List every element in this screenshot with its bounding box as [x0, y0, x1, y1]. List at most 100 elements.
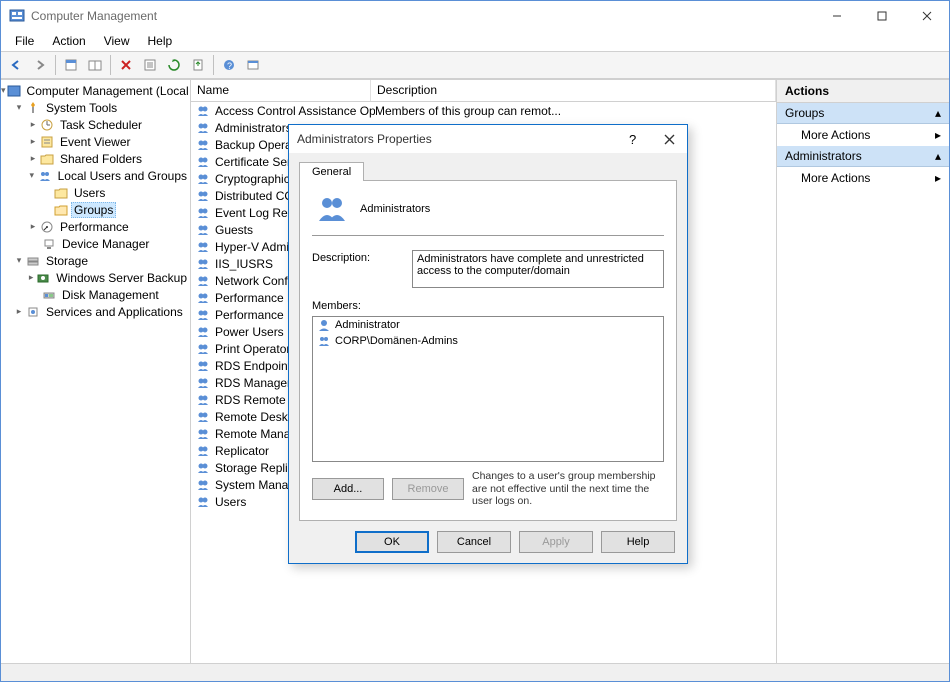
forward-button[interactable] [29, 54, 51, 76]
group-icon [195, 358, 211, 374]
dialog-help-button-2[interactable]: Help [601, 531, 675, 553]
group-icon [195, 392, 211, 408]
group-icon [195, 409, 211, 425]
minimize-button[interactable] [814, 1, 859, 31]
submenu-icon: ▸ [935, 171, 941, 185]
group-icon [195, 307, 211, 323]
tree-performance[interactable]: ▸Performance [1, 218, 190, 235]
group-icon [195, 443, 211, 459]
tree-shared-folders[interactable]: ▸Shared Folders [1, 150, 190, 167]
tree-users[interactable]: Users [1, 184, 190, 201]
tree-task-scheduler[interactable]: ▸Task Scheduler [1, 116, 190, 133]
group-icon [317, 334, 331, 348]
collapse-icon: ▴ [935, 106, 941, 120]
members-label: Members: [312, 300, 664, 312]
tree-services-apps[interactable]: ▸Services and Applications [1, 303, 190, 320]
tree-event-viewer[interactable]: ▸Event Viewer [1, 133, 190, 150]
group-icon [195, 239, 211, 255]
actions-header: Actions [777, 80, 949, 103]
apply-button[interactable]: Apply [519, 531, 593, 553]
app-icon [9, 8, 25, 24]
menu-help[interactable]: Help [140, 32, 181, 50]
group-icon [195, 273, 211, 289]
col-description[interactable]: Description [371, 80, 776, 101]
user-icon [317, 318, 331, 332]
properties-dialog: Administrators Properties ? General Admi… [288, 124, 688, 564]
group-icon [195, 256, 211, 272]
submenu-icon: ▸ [935, 128, 941, 142]
group-icon [195, 154, 211, 170]
menu-action[interactable]: Action [44, 32, 93, 50]
group-icon [195, 205, 211, 221]
tab-general[interactable]: General [299, 162, 364, 181]
horizontal-scrollbar[interactable] [1, 663, 949, 681]
toolbar-btn-1[interactable] [60, 54, 82, 76]
tree-pane: ▾Computer Management (Local ▾System Tool… [1, 80, 191, 663]
group-icon [195, 188, 211, 204]
col-name[interactable]: Name [191, 80, 371, 101]
group-icon [195, 120, 211, 136]
group-icon [195, 375, 211, 391]
group-icon [195, 103, 211, 119]
tree-device-manager[interactable]: Device Manager [1, 235, 190, 252]
membership-hint: Changes to a user's group membership are… [472, 470, 664, 508]
collapse-icon: ▴ [935, 149, 941, 163]
list-header: Name Description [191, 80, 776, 102]
tree-groups[interactable]: Groups [1, 201, 190, 218]
help-button[interactable]: ? [218, 54, 240, 76]
maximize-button[interactable] [859, 1, 904, 31]
group-icon [195, 494, 211, 510]
dialog-title: Administrators Properties [297, 132, 615, 146]
group-name: Administrators [360, 203, 430, 215]
actions-group-administrators[interactable]: Administrators▴ [777, 146, 949, 167]
actions-pane: Actions Groups▴ More Actions▸ Administra… [777, 80, 949, 663]
list-row[interactable]: Access Control Assistance OperatorsMembe… [191, 102, 776, 119]
svg-text:?: ? [629, 133, 636, 145]
dialog-titlebar: Administrators Properties ? [289, 125, 687, 153]
members-listbox[interactable]: Administrator CORP\Domänen-Admins [312, 316, 664, 462]
group-icon [195, 460, 211, 476]
tree-system-tools[interactable]: ▾System Tools [1, 99, 190, 116]
description-field[interactable] [412, 250, 664, 288]
window-title: Computer Management [31, 9, 814, 23]
tree-ws-backup[interactable]: ▸Windows Server Backup [1, 269, 190, 286]
titlebar: Computer Management [1, 1, 949, 31]
tree-local-users-groups[interactable]: ▾Local Users and Groups [1, 167, 190, 184]
group-icon [195, 290, 211, 306]
menu-view[interactable]: View [96, 32, 138, 50]
tree-disk-mgmt[interactable]: Disk Management [1, 286, 190, 303]
toolbar: ? [1, 51, 949, 79]
export-button[interactable] [187, 54, 209, 76]
menu-file[interactable]: File [7, 32, 42, 50]
tab-panel: Administrators Description: Members: Adm… [299, 180, 677, 521]
dialog-help-button[interactable]: ? [615, 125, 651, 153]
properties-button[interactable] [139, 54, 161, 76]
member-item[interactable]: CORP\Domänen-Admins [313, 333, 663, 349]
tree-root[interactable]: ▾Computer Management (Local [1, 82, 190, 99]
group-icon [195, 171, 211, 187]
group-icon [195, 222, 211, 238]
group-icon [195, 324, 211, 340]
group-icon [195, 426, 211, 442]
group-icon [316, 193, 348, 225]
group-icon [195, 137, 211, 153]
refresh-button[interactable] [163, 54, 185, 76]
actions-more-2[interactable]: More Actions▸ [777, 167, 949, 189]
dialog-close-button[interactable] [651, 125, 687, 153]
description-label: Description: [312, 250, 412, 288]
member-item[interactable]: Administrator [313, 317, 663, 333]
ok-button[interactable]: OK [355, 531, 429, 553]
cancel-button[interactable]: Cancel [437, 531, 511, 553]
remove-button[interactable]: Remove [392, 478, 464, 500]
close-button[interactable] [904, 1, 949, 31]
delete-button[interactable] [115, 54, 137, 76]
toolbar-btn-2[interactable] [84, 54, 106, 76]
tree-storage[interactable]: ▾Storage [1, 252, 190, 269]
add-button[interactable]: Add... [312, 478, 384, 500]
svg-text:?: ? [227, 61, 232, 71]
actions-group-groups[interactable]: Groups▴ [777, 103, 949, 124]
back-button[interactable] [5, 54, 27, 76]
toolbar-btn-last[interactable] [242, 54, 264, 76]
actions-more-1[interactable]: More Actions▸ [777, 124, 949, 146]
group-icon [195, 477, 211, 493]
